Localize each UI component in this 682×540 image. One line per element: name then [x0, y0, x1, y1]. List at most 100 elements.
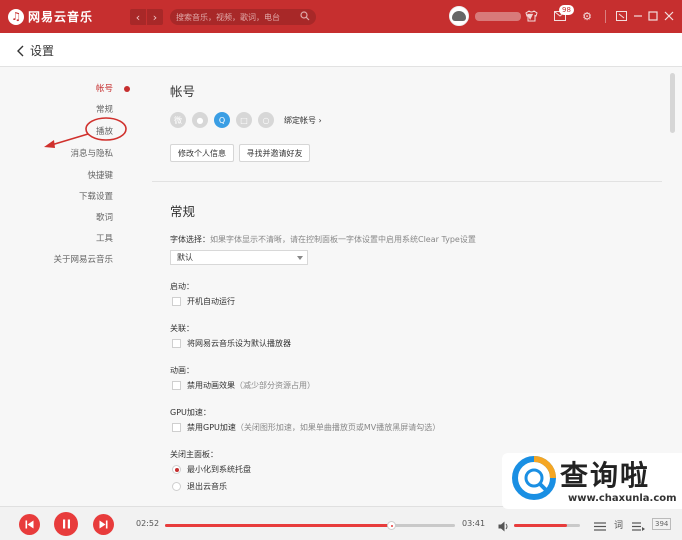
- association-option-label: 将网易云音乐设为默认播放器: [187, 339, 291, 348]
- minimize-icon[interactable]: [631, 9, 645, 23]
- progress-knob[interactable]: [387, 521, 397, 530]
- sidebar-item-privacy[interactable]: 消息与隐私: [70, 147, 113, 159]
- history-nav: ‹ ›: [130, 9, 163, 25]
- lyrics-toggle-icon[interactable]: 词: [614, 518, 623, 531]
- app-logo[interactable]: ♫ 网易云音乐: [8, 8, 93, 25]
- sidebar-item-about[interactable]: 关于网易云音乐: [53, 253, 113, 265]
- wechat-icon[interactable]: ●: [192, 112, 208, 128]
- account-section-title: 帐号: [170, 84, 196, 99]
- social-accounts: 微 ● Q □ ○ 绑定帐号 ›: [170, 112, 322, 128]
- minimize-radio[interactable]: [172, 465, 181, 474]
- chaxunla-logo-icon: [512, 456, 556, 500]
- font-select[interactable]: 默认: [170, 250, 308, 265]
- edit-profile-button[interactable]: 修改个人信息: [170, 144, 234, 162]
- font-select-value: 默认: [177, 253, 193, 262]
- close-panel-label: 关闭主面板：: [170, 450, 218, 459]
- exit-option-label: 退出云音乐: [187, 482, 227, 491]
- play-mode-icon[interactable]: [594, 517, 606, 536]
- playlist-icon[interactable]: [632, 517, 645, 536]
- total-time: 03:41: [462, 519, 486, 528]
- pause-icon: [62, 519, 70, 529]
- watermark: 查询啦 www.chaxunla.com: [502, 453, 682, 509]
- back-arrow-icon[interactable]: ‹: [130, 9, 146, 25]
- page-title: 设置: [30, 44, 55, 58]
- previous-button[interactable]: [19, 514, 40, 535]
- back-button[interactable]: 设置: [16, 42, 54, 59]
- volume-fill: [514, 524, 567, 527]
- titlebar-divider: [605, 10, 606, 23]
- font-setting-label: 字体选择：如果字体显示不清晰，请在控制面板一字体设置中启用系统Clear Typ…: [170, 235, 476, 244]
- search-input[interactable]: [176, 12, 296, 22]
- disable-animation-checkbox[interactable]: [172, 381, 181, 390]
- sidebar-item-tools[interactable]: 工具: [96, 232, 113, 244]
- next-button[interactable]: [93, 514, 114, 535]
- search-icon[interactable]: [300, 11, 310, 21]
- close-option-minimize[interactable]: 最小化到系统托盘: [172, 464, 251, 475]
- gpu-hint: （关闭图形加速，如果单曲播放页或MV播放黑屏请勾选）: [235, 423, 441, 432]
- general-section-title: 常规: [170, 204, 196, 219]
- find-friends-button[interactable]: 寻找并邀请好友: [239, 144, 310, 162]
- animation-label: 动画：: [170, 366, 194, 375]
- minimize-option-label: 最小化到系统托盘: [187, 465, 251, 474]
- forward-arrow-icon[interactable]: ›: [147, 9, 163, 25]
- default-player-checkbox[interactable]: [172, 339, 181, 348]
- scrollbar-thumb[interactable]: [670, 73, 675, 133]
- sidebar-item-shortcuts[interactable]: 快捷键: [87, 169, 113, 181]
- sidebar-item-lyrics[interactable]: 歌词: [96, 211, 113, 223]
- sidebar-item-download[interactable]: 下载设置: [79, 190, 113, 202]
- volume-icon[interactable]: [498, 517, 510, 536]
- disable-gpu-checkbox[interactable]: [172, 423, 181, 432]
- settings-sidebar: 帐号 常规 播放 消息与隐私 快捷键 下载设置 歌词 工具 关于网易云音乐: [0, 68, 150, 506]
- startup-checkbox[interactable]: [172, 297, 181, 306]
- renren-icon[interactable]: □: [236, 112, 252, 128]
- progress-bar[interactable]: [165, 521, 455, 530]
- animation-option[interactable]: 禁用动画效果 （减少部分资源占用）: [172, 380, 315, 391]
- section-divider: [152, 181, 662, 182]
- yixin-icon[interactable]: ○: [258, 112, 274, 128]
- username-blurred: [475, 11, 521, 21]
- exit-radio[interactable]: [172, 482, 181, 491]
- startup-option-label: 开机自动运行: [187, 297, 235, 306]
- user-menu[interactable]: ▼: [449, 6, 533, 26]
- sidebar-item-account[interactable]: 帐号: [96, 82, 113, 94]
- gpu-option[interactable]: 禁用GPU加速 （关闭图形加速，如果单曲播放页或MV播放黑屏请勾选）: [172, 422, 440, 433]
- weibo-icon[interactable]: 微: [170, 112, 186, 128]
- skin-shirt-icon[interactable]: [524, 9, 538, 23]
- caret-down-icon: [297, 256, 303, 260]
- app-name: 网易云音乐: [28, 10, 94, 24]
- sidebar-item-playback[interactable]: 播放: [96, 125, 113, 137]
- netease-logo-icon: ♫: [8, 8, 24, 25]
- avatar[interactable]: [449, 6, 469, 26]
- close-option-exit[interactable]: 退出云音乐: [172, 481, 227, 492]
- animation-hint: （减少部分资源占用）: [235, 381, 315, 390]
- progress-fill: [165, 524, 392, 527]
- association-option[interactable]: 将网易云音乐设为默认播放器: [172, 338, 291, 349]
- bind-account-link[interactable]: 绑定帐号 ›: [284, 115, 322, 126]
- watermark-url: www.chaxunla.com: [568, 493, 677, 504]
- association-label: 关联：: [170, 324, 194, 333]
- volume-slider[interactable]: [514, 524, 580, 527]
- settings-header: 设置: [0, 33, 682, 67]
- next-icon: [99, 520, 108, 529]
- startup-option[interactable]: 开机自动运行: [172, 296, 235, 307]
- title-bar: ♫ 网易云音乐 ‹ › ▼ 98 ⚙: [0, 0, 682, 33]
- maximize-icon[interactable]: [646, 9, 660, 23]
- close-icon[interactable]: [662, 9, 676, 23]
- gpu-option-label: 禁用GPU加速: [187, 423, 236, 432]
- playlist-count: 394: [652, 518, 672, 530]
- search-box[interactable]: [170, 9, 316, 25]
- previous-icon: [25, 520, 34, 529]
- gpu-label: GPU加速：: [170, 408, 211, 417]
- sidebar-item-general[interactable]: 常规: [96, 103, 113, 115]
- startup-label: 启动：: [170, 282, 194, 291]
- pause-button[interactable]: [54, 512, 78, 536]
- current-time: 02:52: [136, 519, 160, 528]
- chevron-left-icon: [17, 45, 24, 56]
- active-indicator-dot: [124, 86, 130, 92]
- gear-icon[interactable]: ⚙: [580, 9, 594, 23]
- settings-content: 帐号 微 ● Q □ ○ 绑定帐号 › 修改个人信息 寻找并邀请好友 常规 字体…: [152, 68, 662, 506]
- mini-mode-icon[interactable]: [614, 9, 628, 23]
- qq-icon[interactable]: Q: [214, 112, 230, 128]
- player-bar: 02:52 03:41 词 394: [0, 506, 682, 540]
- message-count-badge: 98: [559, 5, 574, 15]
